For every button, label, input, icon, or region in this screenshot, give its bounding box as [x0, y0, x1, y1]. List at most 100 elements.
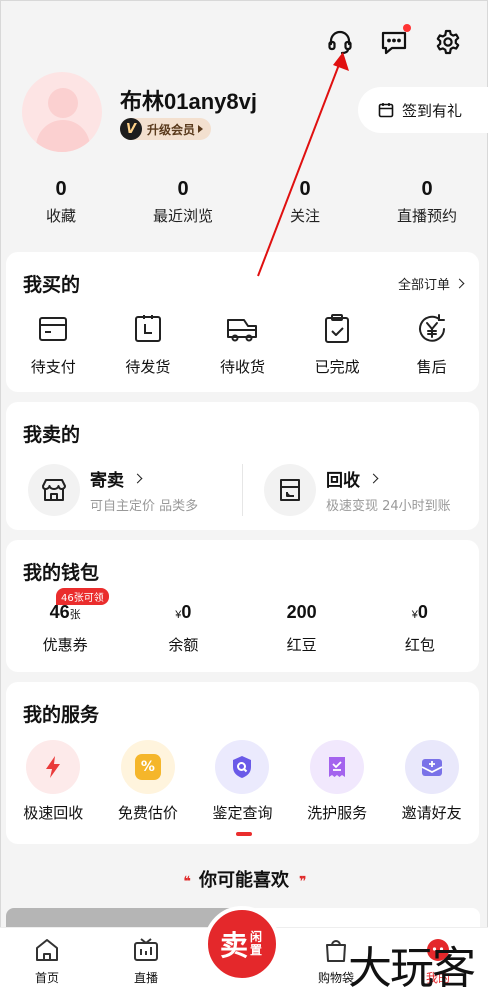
recycle-label: 回收	[326, 471, 360, 491]
wallet-coupons[interactable]: 46张可领 46张 优惠券	[6, 588, 124, 655]
services-row: 极速回收 % 免费估价 鉴定查询 洗护服务 邀请好友	[6, 740, 479, 823]
bag-icon	[326, 940, 346, 962]
order-label: 已完成	[314, 358, 360, 376]
service-authentication-query[interactable]: 鉴定查询	[195, 740, 290, 823]
stat-number: 0	[421, 178, 433, 200]
order-label: 待支付	[30, 358, 76, 376]
consignment-label: 寄卖	[90, 471, 124, 491]
sell-small-label: 闲置	[250, 930, 263, 957]
shield-search-icon	[215, 740, 270, 794]
wallet-balance[interactable]: ¥0 余额	[124, 602, 242, 655]
settings-icon[interactable]	[434, 28, 462, 56]
service-label: 极速回收	[23, 804, 84, 822]
order-completed[interactable]: 已完成	[290, 312, 385, 377]
chevron-right-icon	[368, 473, 379, 484]
wallet-number: 0	[181, 602, 192, 622]
divider	[242, 464, 243, 516]
order-pending-shipment[interactable]: 待发货	[101, 312, 196, 377]
purchases-title: 我买的	[23, 274, 81, 296]
avatar-body	[36, 120, 90, 152]
recycle-entry[interactable]: 回收 极速变现 24小时到账	[264, 464, 451, 516]
quote-mark-icon: ❛❛	[183, 874, 191, 890]
username: 布林01any8vj	[120, 89, 257, 114]
triangle-right-icon	[198, 125, 204, 133]
tv-icon	[134, 938, 158, 961]
clipboard-check-icon	[325, 314, 350, 343]
services-title: 我的服务	[23, 704, 100, 726]
wallet-red-packets[interactable]: ¥0 红包	[361, 602, 479, 655]
service-washing-care[interactable]: 洗护服务	[290, 740, 385, 823]
recommend-title: 你可能喜欢	[199, 870, 289, 891]
order-status-row: 待支付 待发货 待收货 已完成 售后	[6, 312, 479, 377]
page-indicator	[236, 832, 252, 836]
stat-number: 0	[55, 178, 67, 200]
my-services-card: 我的服务 极速回收 % 免费估价 鉴定查询 洗护服务 邀请好友	[6, 682, 479, 844]
consignment-name-row: 寄卖	[90, 466, 198, 491]
stat-favorites[interactable]: 0 收藏	[0, 178, 122, 226]
consignment-desc: 可自主定价 品类多	[90, 499, 199, 514]
wallet-icon	[39, 317, 68, 341]
service-label: 鉴定查询	[212, 804, 273, 822]
quote-mark-icon: ❜❜	[299, 874, 307, 890]
stat-label: 直播预约	[396, 207, 457, 225]
tab-home[interactable]: 首页	[17, 936, 77, 986]
order-label: 待发货	[125, 358, 171, 376]
order-after-sales[interactable]: 售后	[384, 312, 479, 377]
wallet-label: 红豆	[286, 636, 317, 654]
vip-v-icon: V	[120, 118, 142, 140]
avatar[interactable]	[22, 72, 102, 152]
stat-number: 0	[299, 178, 311, 200]
wallet-value: 46张	[6, 602, 124, 626]
home-icon	[36, 939, 58, 961]
stat-label: 收藏	[45, 207, 76, 225]
my-sales-card: 我卖的 寄卖 可自主定价 品类多 回收 极速变现 24小时到账	[6, 402, 479, 530]
wallet-number: 0	[417, 602, 428, 622]
stat-following[interactable]: 0 关注	[244, 178, 366, 226]
message-icon[interactable]	[380, 24, 411, 56]
order-pending-receipt[interactable]: 待收货	[195, 312, 290, 377]
service-invite-friends[interactable]: 邀请好友	[384, 740, 479, 823]
sell-idle-button[interactable]: 卖 闲置	[204, 906, 280, 982]
yuan-refresh-icon	[418, 314, 445, 342]
wallet-value: ¥0	[361, 602, 479, 626]
all-orders-link[interactable]: 全部订单	[398, 274, 465, 293]
percent-icon: %	[120, 740, 175, 794]
wallet-red-beans[interactable]: 200 红豆	[243, 602, 361, 655]
customer-service-icon[interactable]	[326, 28, 354, 56]
wallet-unit: 张	[69, 609, 81, 621]
tab-label: 直播	[133, 971, 158, 985]
service-free-appraisal[interactable]: % 免费估价	[101, 740, 196, 823]
receipt-icon	[310, 740, 365, 794]
stats-row: 0 收藏 0 最近浏览 0 关注 0 直播预约	[0, 178, 488, 226]
shop-icon	[28, 464, 80, 516]
service-fast-recycle[interactable]: 极速回收	[6, 740, 101, 823]
order-pending-payment[interactable]: 待支付	[6, 312, 101, 377]
wallet-number: 46	[49, 602, 70, 622]
wallet-number: 200	[286, 602, 317, 622]
upgrade-member-badge[interactable]: V 升级会员	[120, 118, 212, 140]
stat-recent[interactable]: 0 最近浏览	[122, 178, 244, 226]
invite-mail-icon	[404, 740, 459, 794]
checkin-label: 签到有礼	[402, 101, 463, 120]
service-label: 洗护服务	[307, 804, 368, 822]
consignment-entry[interactable]: 寄卖 可自主定价 品类多	[28, 464, 198, 516]
order-label: 售后	[416, 358, 447, 376]
member-label: 升级会员	[147, 122, 196, 137]
wallet-row: 46张可领 46张 优惠券 ¥0 余额 200 红豆 ¥0 红包	[6, 588, 479, 655]
recommend-heading: ❛❛ 你可能喜欢 ❜❜	[0, 866, 488, 892]
coupon-claim-badge: 46张可领	[56, 588, 109, 605]
tab-live[interactable]: 直播	[116, 936, 176, 986]
notification-dot	[403, 24, 411, 32]
wallet-value: 200	[243, 602, 361, 626]
wallet-value: ¥0	[124, 602, 242, 626]
calendar-icon	[378, 103, 394, 118]
stat-label: 关注	[289, 207, 320, 225]
stat-live-reservations[interactable]: 0 直播预约	[366, 178, 488, 226]
tab-label: 首页	[34, 971, 59, 985]
service-label: 邀请好友	[401, 804, 462, 822]
my-wallet-card: 我的钱包 46张可领 46张 优惠券 ¥0 余额 200 红豆 ¥0 红包	[6, 540, 479, 672]
wallet-title: 我的钱包	[23, 562, 100, 584]
sell-big-label: 卖	[219, 929, 248, 962]
checkin-button[interactable]: 签到有礼	[358, 87, 488, 133]
sales-title: 我卖的	[23, 424, 81, 446]
